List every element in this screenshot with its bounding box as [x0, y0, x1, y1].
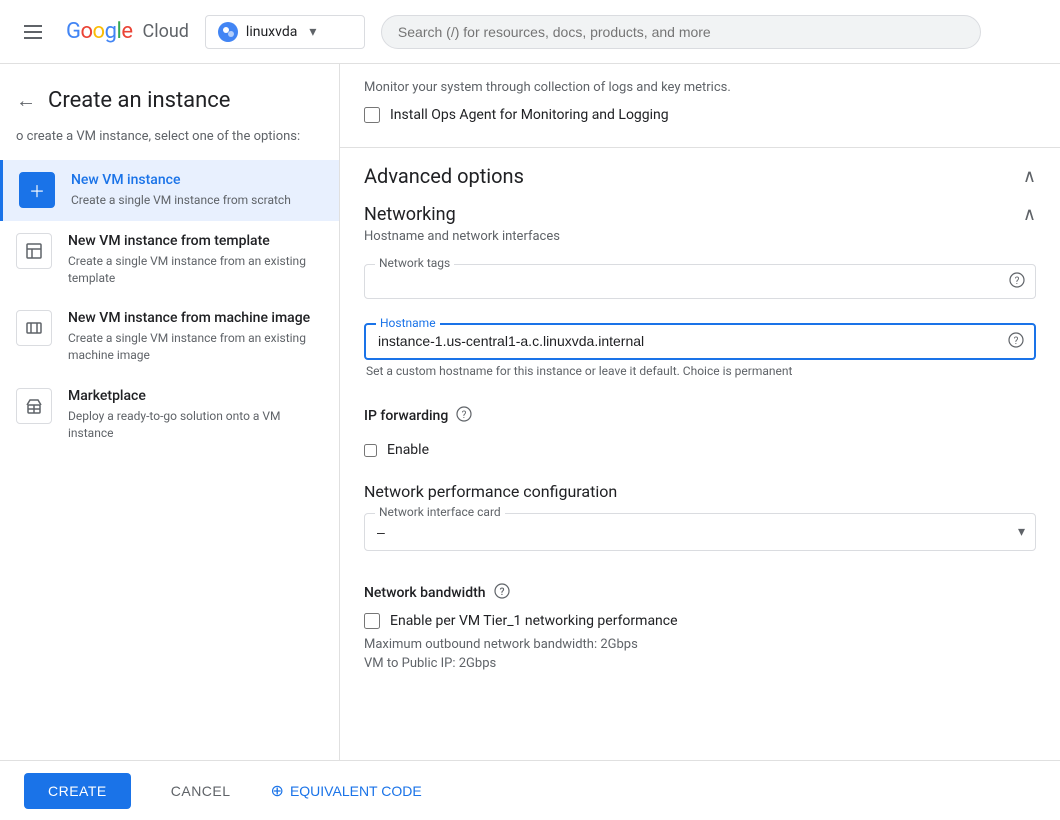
- machine-image-title: New VM instance from machine image: [68, 310, 323, 326]
- equivalent-code-label: EQUIVALENT CODE: [290, 783, 422, 799]
- vm-template-icon: [16, 233, 52, 269]
- network-performance-section: Network performance configuration Networ…: [340, 474, 1060, 575]
- hostname-section: Hostname ? Set a custom hostname for thi…: [340, 323, 1060, 402]
- bandwidth-info-1: Maximum outbound network bandwidth: 2Gbp…: [364, 637, 1036, 652]
- network-tags-field[interactable]: Network tags ?: [364, 264, 1036, 299]
- hostname-field[interactable]: Hostname ?: [364, 323, 1036, 360]
- hostname-hint: Set a custom hostname for this instance …: [364, 364, 1036, 378]
- advanced-options-collapse-icon[interactable]: ∧: [1023, 166, 1036, 187]
- advanced-options-header: Advanced options ∧: [340, 147, 1060, 196]
- nic-container: Network interface card – VIRTIO_NET GVNI…: [364, 513, 1036, 551]
- monitoring-checkbox[interactable]: [364, 107, 380, 123]
- chevron-down-icon: ▾: [309, 24, 316, 40]
- svg-text:?: ?: [499, 587, 504, 598]
- marketplace-icon: [16, 388, 52, 424]
- bandwidth-info-2: VM to Public IP: 2Gbps: [364, 656, 1036, 671]
- ip-forwarding-help-icon[interactable]: ?: [456, 406, 472, 426]
- footer: CREATE CANCEL ⊕ EQUIVALENT CODE: [0, 760, 1060, 820]
- bandwidth-help-icon[interactable]: ?: [494, 583, 510, 603]
- equivalent-code-icon: ⊕: [271, 781, 284, 801]
- vm-template-title: New VM instance from template: [68, 233, 323, 249]
- network-tags-container: Network tags ?: [364, 264, 1036, 299]
- project-icon: [218, 22, 238, 42]
- bandwidth-checkbox[interactable]: [364, 613, 380, 629]
- nic-select-container[interactable]: Network interface card – VIRTIO_NET GVNI…: [364, 513, 1036, 551]
- sidebar-item-vm-from-machine-image[interactable]: New VM instance from machine image Creat…: [0, 298, 339, 376]
- network-tags-section: Network tags ?: [340, 256, 1060, 323]
- new-vm-desc: Create a single VM instance from scratch: [71, 192, 323, 209]
- network-tags-input[interactable]: [377, 273, 1023, 289]
- sidebar-item-marketplace[interactable]: Marketplace Deploy a ready-to-go solutio…: [0, 376, 339, 454]
- header: Google Cloud linuxvda ▾: [0, 0, 1060, 64]
- vm-template-desc: Create a single VM instance from an exis…: [68, 253, 323, 287]
- google-cloud-logo: Google Cloud: [66, 19, 189, 44]
- svg-text:?: ?: [1015, 276, 1020, 287]
- equivalent-code-button[interactable]: ⊕ EQUIVALENT CODE: [271, 781, 422, 801]
- svg-text:?: ?: [1014, 336, 1019, 347]
- main-content: Monitor your system through collection o…: [340, 64, 1060, 820]
- ip-forwarding-section: IP forwarding ? Enable: [340, 402, 1060, 474]
- page-body: ← Create an instance o create a VM insta…: [0, 64, 1060, 820]
- marketplace-desc: Deploy a ready-to-go solution onto a VM …: [68, 408, 323, 442]
- hostname-help-icon[interactable]: ?: [1008, 332, 1024, 352]
- create-button[interactable]: CREATE: [24, 773, 131, 809]
- sidebar-description: o create a VM instance, select one of th…: [0, 129, 339, 160]
- ip-forwarding-row: IP forwarding ?: [340, 402, 1060, 438]
- monitoring-description: Monitor your system through collection o…: [364, 80, 1036, 95]
- nic-label: Network interface card: [375, 505, 505, 519]
- network-performance-title: Network performance configuration: [364, 482, 1036, 501]
- bandwidth-title: Network bandwidth: [364, 585, 486, 601]
- machine-image-icon: [16, 310, 52, 346]
- hostname-input[interactable]: [378, 333, 1022, 349]
- monitoring-checkbox-row: Install Ops Agent for Monitoring and Log…: [364, 107, 1036, 123]
- bandwidth-checkbox-row: Enable per VM Tier_1 networking performa…: [364, 613, 1036, 629]
- sidebar-item-new-vm[interactable]: ＋ New VM instance Create a single VM ins…: [0, 160, 339, 221]
- hamburger-menu[interactable]: [16, 17, 50, 47]
- ip-forwarding-enable-label[interactable]: Enable: [387, 442, 429, 458]
- cancel-button[interactable]: CANCEL: [147, 773, 255, 809]
- sidebar-item-vm-from-template[interactable]: New VM instance from template Create a s…: [0, 221, 339, 299]
- hostname-container: Hostname ? Set a custom hostname for thi…: [364, 323, 1036, 378]
- ip-forwarding-checkbox[interactable]: [364, 444, 377, 457]
- cloud-text: Cloud: [142, 21, 188, 42]
- back-button[interactable]: ←: [16, 88, 36, 113]
- sidebar: ← Create an instance o create a VM insta…: [0, 64, 340, 820]
- machine-image-desc: Create a single VM instance from an exis…: [68, 330, 323, 364]
- bandwidth-section: Network bandwidth ? Enable per VM Tier_1…: [340, 575, 1060, 679]
- networking-header: Networking ∧: [340, 196, 1060, 229]
- networking-title: Networking: [364, 204, 456, 225]
- marketplace-title: Marketplace: [68, 388, 323, 404]
- networking-collapse-icon[interactable]: ∧: [1023, 204, 1036, 225]
- networking-subtitle: Hostname and network interfaces: [340, 229, 1060, 256]
- advanced-options-title: Advanced options: [364, 164, 524, 188]
- network-tags-help-icon[interactable]: ?: [1009, 272, 1025, 292]
- svg-text:?: ?: [462, 410, 467, 421]
- network-tags-label: Network tags: [375, 256, 454, 270]
- ip-forwarding-enable-row: Enable: [340, 438, 1060, 474]
- project-name: linuxvda: [246, 24, 297, 40]
- monitoring-label[interactable]: Install Ops Agent for Monitoring and Log…: [390, 107, 669, 123]
- search-bar[interactable]: [381, 15, 981, 49]
- ip-forwarding-label: IP forwarding: [364, 408, 448, 424]
- page-header: ← Create an instance: [0, 80, 339, 129]
- search-input[interactable]: [381, 15, 981, 49]
- project-selector[interactable]: linuxvda ▾: [205, 15, 365, 49]
- nic-select[interactable]: – VIRTIO_NET GVNIC: [365, 514, 1035, 550]
- new-vm-title: New VM instance: [71, 172, 323, 188]
- bandwidth-label-row: Network bandwidth ?: [364, 583, 1036, 603]
- bandwidth-checkbox-label[interactable]: Enable per VM Tier_1 networking performa…: [390, 613, 678, 629]
- monitoring-section: Monitor your system through collection o…: [340, 64, 1060, 147]
- new-vm-icon: ＋: [19, 172, 55, 208]
- hostname-label: Hostname: [376, 316, 440, 330]
- page-title: Create an instance: [48, 88, 230, 113]
